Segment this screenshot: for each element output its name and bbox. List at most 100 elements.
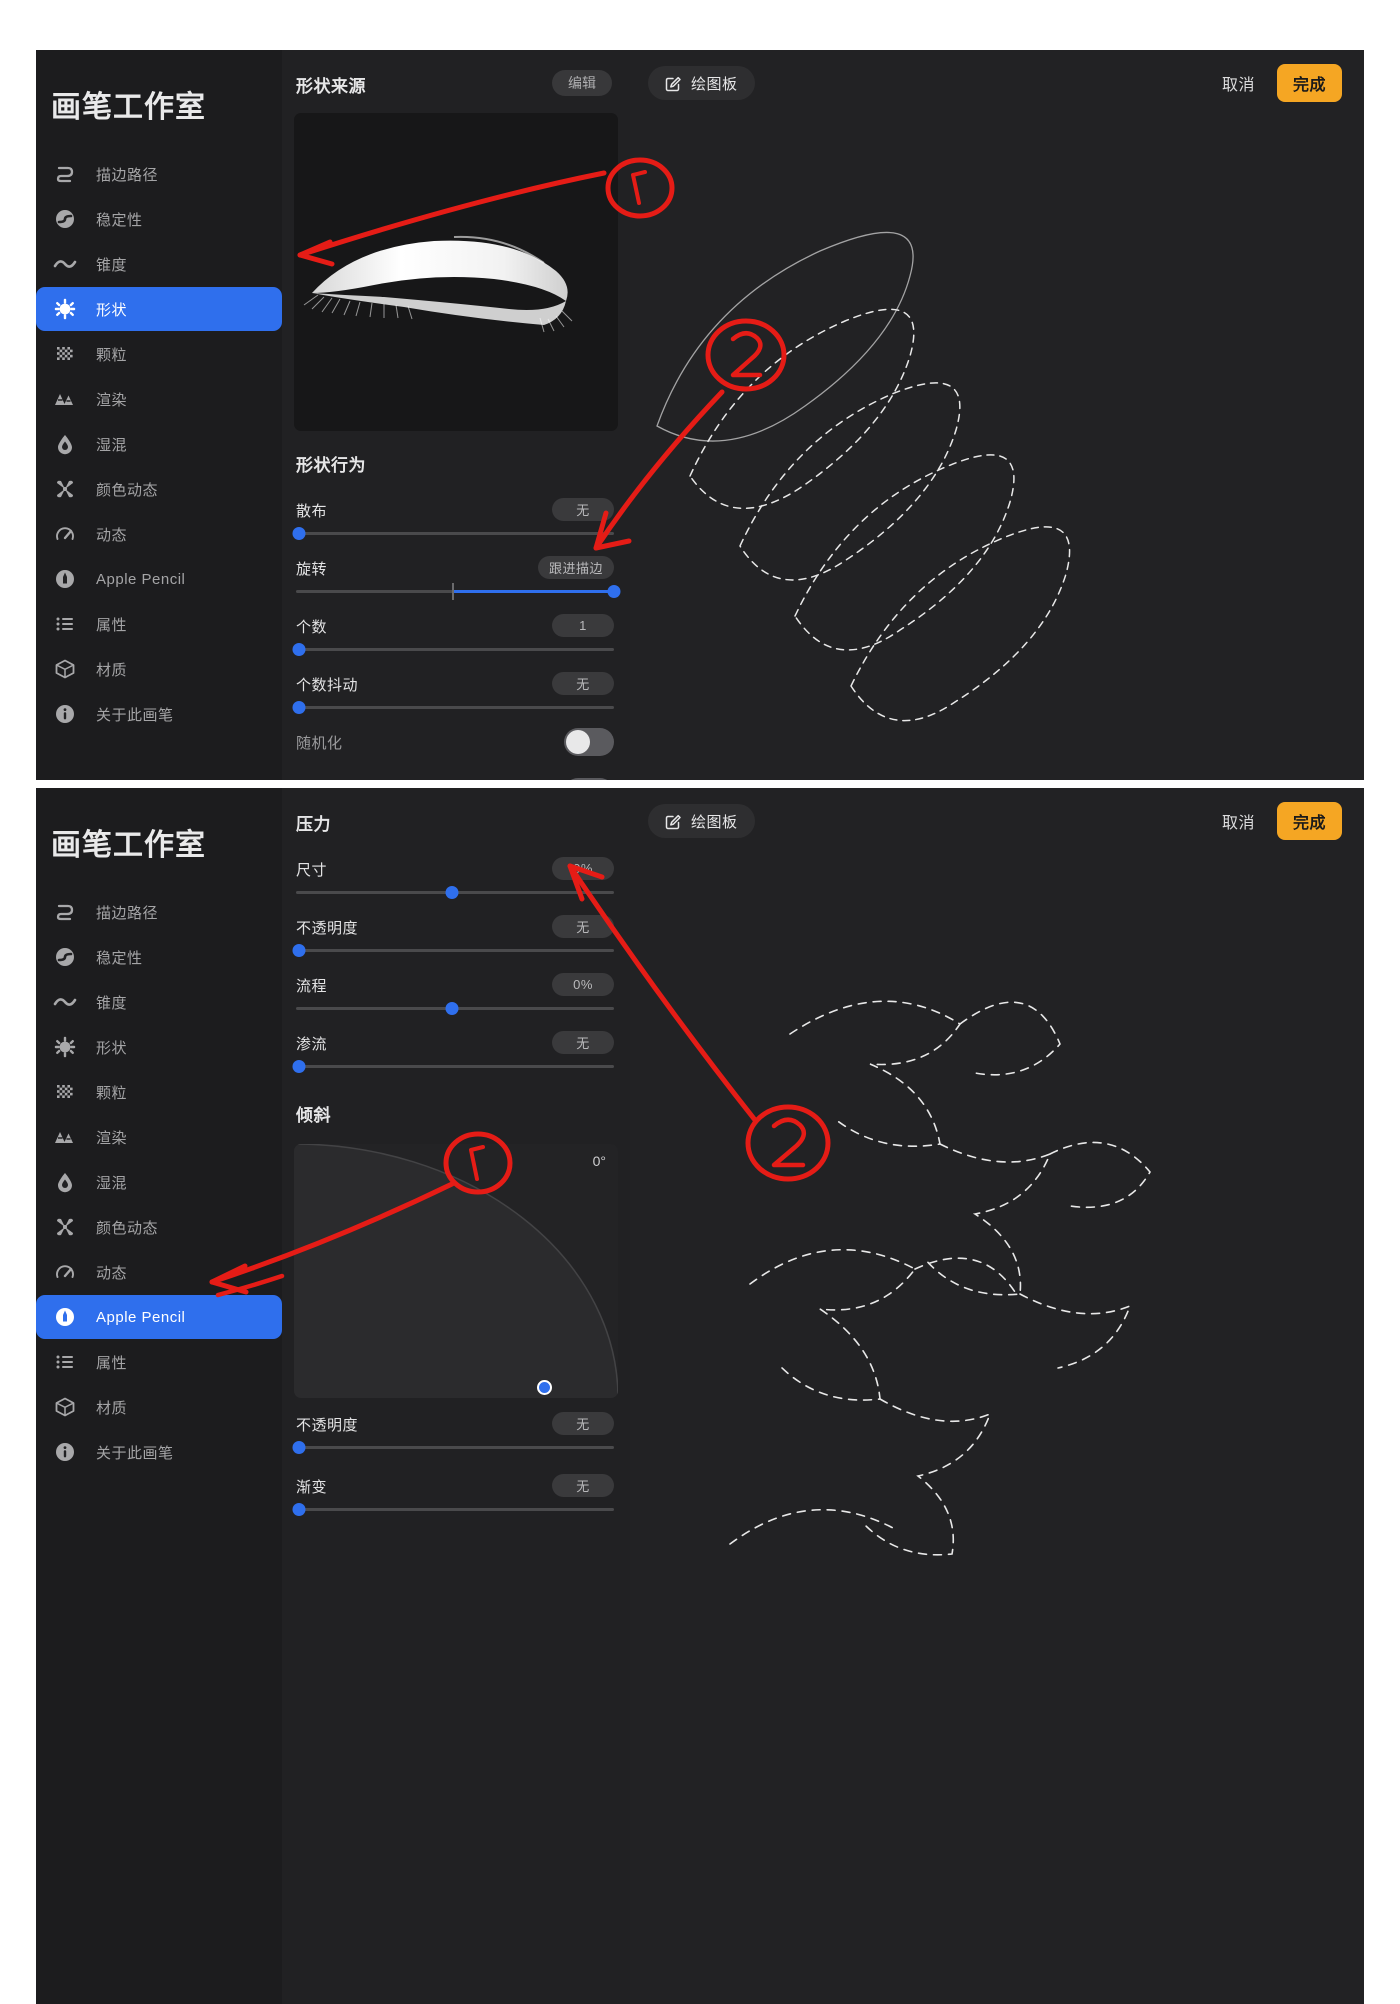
sidebar-item-apple-pencil[interactable]: Apple Pencil bbox=[36, 1295, 282, 1339]
done-button[interactable]: 完成 bbox=[1276, 64, 1342, 102]
slider-tick bbox=[451, 583, 454, 600]
tilt-handle[interactable] bbox=[537, 1380, 552, 1395]
slider-label: 渗流 bbox=[296, 1036, 328, 1053]
slider-row-count[interactable]: 个数 1 bbox=[282, 604, 630, 662]
sidebar-item-apple-pencil[interactable]: Apple Pencil bbox=[36, 557, 282, 601]
sidebar-item-about-brush[interactable]: 关于此画笔 bbox=[36, 1430, 282, 1474]
sidebar-item-wet-mix[interactable]: 湿混 bbox=[36, 422, 282, 466]
pencil-square-icon bbox=[665, 76, 681, 91]
slider-knob[interactable] bbox=[607, 585, 621, 598]
sidebar-item-materials[interactable]: 材质 bbox=[36, 647, 282, 691]
sidebar-item-color-dynamics[interactable]: 颜色动态 bbox=[36, 467, 282, 511]
sidebar-item-taper[interactable]: 锥度 bbox=[36, 980, 282, 1024]
apple-pencil-icon bbox=[52, 566, 78, 592]
tilt-header: 倾斜 bbox=[296, 1106, 331, 1125]
sidebar-item-grain[interactable]: 颗粒 bbox=[36, 1070, 282, 1114]
slider-knob[interactable] bbox=[292, 527, 306, 540]
wet-mix-icon bbox=[52, 431, 78, 457]
panel-topbar-top: 绘图板 取消 完成 bbox=[630, 50, 1364, 116]
slider-value-badge[interactable]: 无 bbox=[552, 1031, 614, 1054]
sidebar-item-stroke-path[interactable]: 描边路径 bbox=[36, 152, 282, 196]
sidebar-item-shape[interactable]: 形状 bbox=[36, 1025, 282, 1069]
slider-row-size[interactable]: 尺寸 0% bbox=[282, 847, 630, 905]
slider-track[interactable] bbox=[292, 1060, 614, 1073]
slider-value-badge[interactable]: 无 bbox=[552, 498, 614, 521]
sidebar-item-stroke-path[interactable]: 描边路径 bbox=[36, 890, 282, 934]
slider-track[interactable] bbox=[296, 1002, 614, 1015]
properties-icon bbox=[52, 1349, 78, 1375]
slider-track[interactable] bbox=[292, 944, 614, 957]
brush-shape-preview bbox=[303, 235, 573, 333]
slider-row-tilt-opacity[interactable]: 不透明度 无 bbox=[282, 1398, 630, 1460]
slider-track[interactable] bbox=[292, 1441, 614, 1454]
sidebar-item-taper[interactable]: 锥度 bbox=[36, 242, 282, 286]
slider-row-rotation[interactable]: 旋转 跟进描边 bbox=[282, 546, 630, 604]
slider-track[interactable] bbox=[292, 1503, 614, 1516]
slider-row-gradation[interactable]: 渐变 无 bbox=[282, 1460, 630, 1522]
slider-row-count-jitter[interactable]: 个数抖动 无 bbox=[282, 662, 630, 720]
slider-knob[interactable] bbox=[292, 1060, 306, 1073]
sidebar-item-label: 锥度 bbox=[96, 256, 128, 274]
toggle-label: 随机化 bbox=[296, 735, 343, 752]
drawing-pad-canvas-bottom[interactable] bbox=[630, 854, 1364, 2004]
slider-row-scatter[interactable]: 散布 无 bbox=[282, 488, 630, 546]
pencil-square-icon bbox=[665, 814, 681, 829]
slider-track[interactable] bbox=[292, 643, 614, 656]
cancel-button[interactable]: 取消 bbox=[1222, 809, 1255, 833]
sidebar-item-color-dynamics[interactable]: 颜色动态 bbox=[36, 1205, 282, 1249]
sidebar-item-dynamics[interactable]: 动态 bbox=[36, 512, 282, 556]
toggle-row-randomize[interactable]: 随机化 bbox=[282, 720, 630, 770]
size-slider-value[interactable]: 0% bbox=[552, 857, 614, 880]
randomize-toggle[interactable] bbox=[564, 728, 614, 756]
sidebar-item-materials[interactable]: 材质 bbox=[36, 1385, 282, 1429]
slider-value-badge[interactable]: 0% bbox=[552, 973, 614, 996]
slider-value-badge[interactable]: 无 bbox=[552, 672, 614, 695]
sidebar-item-dynamics[interactable]: 动态 bbox=[36, 1250, 282, 1294]
sidebar-item-shape[interactable]: 形状 bbox=[36, 287, 282, 331]
sidebar-item-stabilization[interactable]: 稳定性 bbox=[36, 197, 282, 241]
slider-knob[interactable] bbox=[292, 1503, 306, 1516]
toggle-row-azimuth[interactable]: 方位 bbox=[282, 770, 630, 780]
shape-source-thumbnail[interactable] bbox=[294, 113, 618, 431]
slider-row-flow[interactable]: 流程 0% bbox=[282, 963, 630, 1021]
sidebar-item-properties[interactable]: 属性 bbox=[36, 1340, 282, 1384]
sidebar-item-label: 稳定性 bbox=[96, 949, 143, 967]
slider-knob[interactable] bbox=[292, 701, 306, 714]
drawing-pad-button[interactable]: 绘图板 bbox=[648, 804, 755, 838]
edit-shape-button[interactable]: 编辑 bbox=[552, 70, 612, 96]
slider-track[interactable] bbox=[296, 583, 621, 600]
cancel-button[interactable]: 取消 bbox=[1222, 71, 1255, 95]
drawing-pad-canvas-top[interactable] bbox=[630, 116, 1364, 780]
slider-knob[interactable] bbox=[292, 944, 306, 957]
drawing-pad-button[interactable]: 绘图板 bbox=[648, 66, 755, 100]
slider-track[interactable] bbox=[292, 527, 614, 540]
grain-icon bbox=[52, 1079, 78, 1105]
sidebar-item-grain[interactable]: 颗粒 bbox=[36, 332, 282, 376]
sidebar-item-label: Apple Pencil bbox=[96, 1308, 186, 1326]
rotation-slider-value[interactable]: 跟进描边 bbox=[538, 556, 614, 579]
sidebar-item-properties[interactable]: 属性 bbox=[36, 602, 282, 646]
slider-value-badge[interactable]: 无 bbox=[552, 1474, 614, 1497]
slider-value-badge[interactable]: 无 bbox=[552, 915, 614, 938]
sidebar-item-rendering[interactable]: 渲染 bbox=[36, 377, 282, 421]
slider-knob[interactable] bbox=[292, 643, 306, 656]
slider-row-bleed[interactable]: 渗流 无 bbox=[282, 1021, 630, 1079]
slider-track[interactable] bbox=[296, 886, 614, 899]
tilt-graph-widget[interactable]: 0° bbox=[294, 1144, 618, 1398]
sidebar-item-rendering[interactable]: 渲染 bbox=[36, 1115, 282, 1159]
slider-track[interactable] bbox=[292, 701, 614, 714]
sidebar-item-wet-mix[interactable]: 湿混 bbox=[36, 1160, 282, 1204]
slider-row-opacity-pressure[interactable]: 不透明度 无 bbox=[282, 905, 630, 963]
slider-value-badge[interactable]: 无 bbox=[552, 1412, 614, 1435]
slider-knob[interactable] bbox=[445, 886, 459, 899]
sidebar-item-label: 动态 bbox=[96, 526, 128, 544]
sidebar-item-about-brush[interactable]: 关于此画笔 bbox=[36, 692, 282, 736]
sidebar-item-stabilization[interactable]: 稳定性 bbox=[36, 935, 282, 979]
slider-knob[interactable] bbox=[292, 1441, 306, 1454]
sidebar-item-label: 属性 bbox=[96, 616, 128, 634]
rendering-icon bbox=[52, 386, 78, 412]
azimuth-toggle[interactable] bbox=[564, 778, 614, 780]
slider-value-badge[interactable]: 1 bbox=[552, 614, 614, 637]
done-button[interactable]: 完成 bbox=[1276, 802, 1342, 840]
slider-knob[interactable] bbox=[445, 1002, 459, 1015]
